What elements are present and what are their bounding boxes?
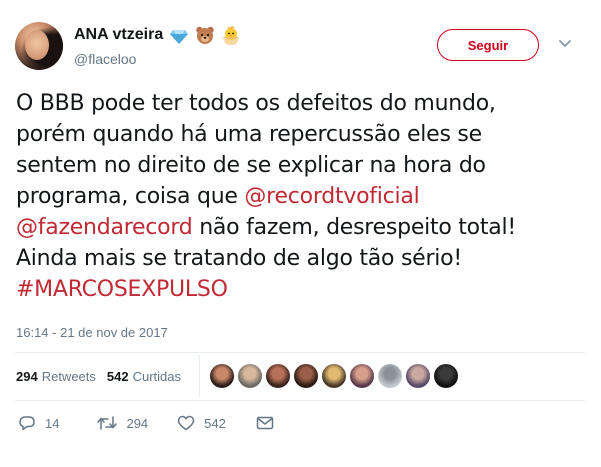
tweet-text-line: #MARCOSEXPULSO (16, 274, 591, 305)
action-bar: 14 294 542 (18, 415, 274, 431)
liker-avatar-2[interactable] (238, 364, 262, 388)
retweets-label: Retweets (41, 369, 96, 384)
like-count: 542 (204, 415, 226, 431)
tweet-text-segment: Ainda mais se tratando de algo tão sério… (16, 246, 462, 271)
liker-avatar-4[interactable] (294, 364, 318, 388)
tweet-text-segment: sentem no direito de se explicar na hora… (16, 153, 486, 178)
direct-message-icon (256, 416, 274, 430)
retweet-icon (97, 416, 118, 430)
liker-avatar-7[interactable] (378, 364, 402, 388)
tweet-text-segment: não fazem, desrespeito total! (192, 215, 516, 240)
retweet-button[interactable]: 294 (97, 415, 148, 431)
bear-face-icon (196, 26, 214, 44)
mention-link[interactable]: @fazendarecord (16, 215, 193, 240)
liker-avatar-6[interactable] (350, 364, 374, 388)
hashtag-link[interactable]: #MARCOSEXPULSO (16, 277, 228, 302)
reply-count: 14 (45, 415, 60, 431)
display-name[interactable]: ANA vtzeira (74, 26, 163, 44)
tweet-text-line: porém quando há uma repercussão eles se (16, 119, 591, 150)
reply-icon (19, 416, 35, 431)
likes-stat[interactable]: 542 Curtidas (107, 369, 181, 384)
likes-label: Curtidas (132, 369, 182, 384)
liker-avatar-8[interactable] (406, 364, 430, 388)
follow-button[interactable]: Seguir (437, 29, 539, 61)
engagement-stats: 294 Retweets 542 Curtidas (16, 369, 181, 384)
divider-top (15, 352, 585, 353)
tweet-text-line: Ainda mais se tratando de algo tão sério… (16, 243, 591, 274)
likers-avatars (210, 364, 458, 388)
tweet-text-line: @fazendarecord não fazem, desrespeito to… (16, 212, 591, 243)
tweet-text-line: sentem no direito de se explicar na hora… (16, 150, 591, 181)
likes-count: 542 (106, 369, 129, 384)
liker-avatar-1[interactable] (210, 364, 234, 388)
mention-link[interactable]: @recordtvoficial (244, 184, 419, 209)
tweet-text-line: O BBB pode ter todos os defeitos do mund… (16, 88, 591, 119)
user-handle[interactable]: @flaceloo (74, 51, 136, 67)
name-row: ANA vtzeira (74, 25, 241, 45)
gem-icon (170, 30, 189, 44)
retweets-stat[interactable]: 294 Retweets (16, 369, 96, 384)
like-heart-icon (177, 415, 195, 431)
tweet-card: ANA vtzeira @flaceloo Seguir O BBB pode … (0, 0, 601, 467)
direct-message-button[interactable] (256, 416, 274, 430)
avatar-face (25, 30, 49, 60)
divider-bottom (15, 400, 585, 401)
liker-avatar-3[interactable] (266, 364, 290, 388)
retweets-count: 294 (16, 369, 38, 384)
tweet-text-segment: programa, coisa que (16, 184, 245, 209)
retweet-count: 294 (126, 415, 149, 431)
chevron-down-icon[interactable] (558, 38, 572, 50)
reply-button[interactable]: 14 (18, 415, 59, 431)
baby-chick-icon (222, 26, 240, 45)
tweet-text-line: programa, coisa que @recordtvoficial (16, 181, 591, 212)
avatar[interactable] (15, 22, 63, 70)
stats-separator (199, 355, 200, 397)
tweet-text: O BBB pode ter todos os defeitos do mund… (16, 88, 591, 305)
liker-avatar-5[interactable] (322, 364, 346, 388)
tweet-text-segment: O BBB pode ter todos os defeitos do mund… (16, 91, 496, 116)
liker-avatar-9[interactable] (434, 364, 458, 388)
like-button[interactable]: 542 (177, 415, 226, 431)
tweet-text-segment: porém quando há uma repercussão eles se (16, 122, 482, 147)
tweet-timestamp[interactable]: 16:14 - 21 de nov de 2017 (16, 325, 168, 340)
